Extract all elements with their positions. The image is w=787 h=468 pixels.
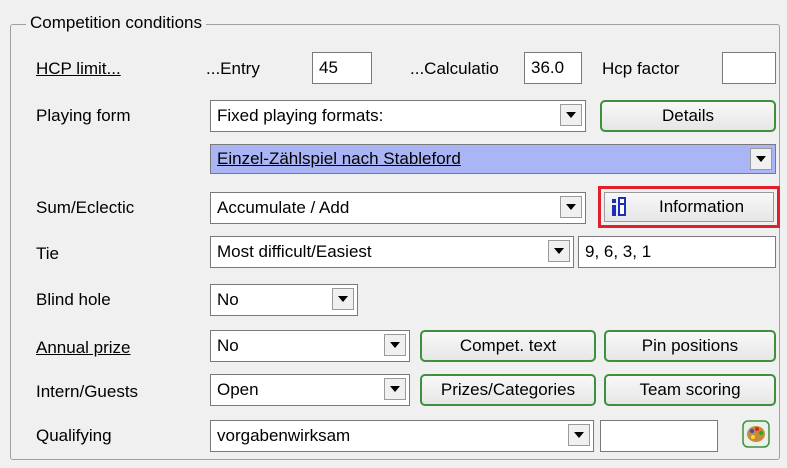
intern-guests-value: Open [217,380,259,399]
blind-hole-label: Blind hole [36,290,111,309]
information-highlight: Information [598,186,780,228]
palette-icon[interactable] [742,420,770,448]
hcp-factor-label: Hcp factor [602,59,680,78]
chevron-down-icon[interactable] [560,104,582,126]
details-button[interactable]: Details [600,100,776,132]
chevron-down-icon[interactable] [548,240,570,262]
tie-label: Tie [36,244,59,263]
blind-hole-select[interactable]: No [210,284,358,316]
chevron-down-icon[interactable] [568,424,590,446]
chevron-down-icon[interactable] [560,196,582,218]
playing-form-label: Playing form [36,106,131,125]
chevron-down-icon[interactable] [384,378,406,400]
compet-text-button[interactable]: Compet. text [420,330,596,362]
team-scoring-button[interactable]: Team scoring [604,374,776,406]
blind-hole-value: No [217,290,239,309]
tie-select[interactable]: Most difficult/Easiest [210,236,574,268]
format-value: Einzel-Zählspiel nach Stableford [217,149,461,168]
qualifying-label: Qualifying [36,426,112,445]
pin-positions-button[interactable]: Pin positions [604,330,776,362]
format-select[interactable]: Einzel-Zählspiel nach Stableford [210,144,776,174]
sum-eclectic-value: Accumulate / Add [217,198,350,217]
information-button[interactable]: Information [604,192,774,222]
sum-eclectic-label: Sum/Eclectic [36,198,135,217]
intern-guests-label: Intern/Guests [36,382,139,401]
qualifying-select[interactable]: vorgabenwirksam [210,420,594,452]
entry-input[interactable]: 45 [312,52,372,84]
playing-form-select[interactable]: Fixed playing formats: [210,100,586,132]
chevron-down-icon[interactable] [332,288,354,310]
annual-prize-select[interactable]: No [210,330,410,362]
annual-prize-label: Annual prize [36,338,131,357]
group-title: Competition conditions [26,12,206,34]
sum-eclectic-select[interactable]: Accumulate / Add [210,192,586,224]
calculation-input[interactable]: 36.0 [524,52,582,84]
entry-label: ...Entry [206,59,260,78]
information-label: Information [659,197,745,216]
prizes-categories-button[interactable]: Prizes/Categories [420,374,596,406]
info-icon [612,197,626,216]
annual-prize-value: No [217,336,239,355]
intern-guests-select[interactable]: Open [210,374,410,406]
qualifying-value: vorgabenwirksam [217,426,351,445]
playing-form-value: Fixed playing formats: [217,106,384,125]
hcp-limit-label: HCP limit... [36,59,121,78]
hcp-factor-input[interactable] [722,52,776,84]
tie-value: Most difficult/Easiest [217,242,372,261]
calculation-label: ...Calculatio [410,59,499,78]
chevron-down-icon[interactable] [750,148,772,170]
chevron-down-icon[interactable] [384,334,406,356]
tie-holes-input[interactable]: 9, 6, 3, 1 [578,236,776,268]
qualifying-extra-input[interactable] [600,420,718,452]
